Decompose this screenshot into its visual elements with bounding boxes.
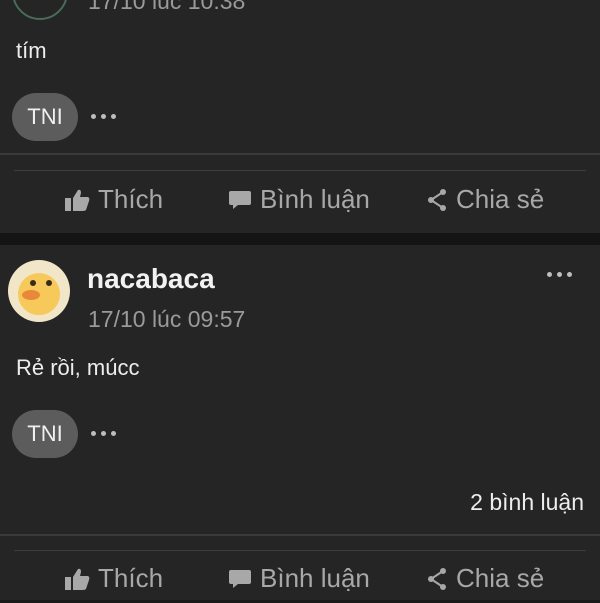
share-button[interactable]: Chia sẻ (426, 563, 544, 594)
divider (14, 550, 586, 551)
tag-pill[interactable]: TNI (12, 93, 78, 141)
more-reactions-icon[interactable] (91, 114, 116, 119)
comment-button[interactable]: Bình luận (228, 184, 370, 215)
post-separator (0, 233, 600, 245)
thumbs-up-icon (65, 568, 90, 590)
post-text: Rẻ rồi, múcc (16, 355, 140, 380)
like-label: Thích (98, 184, 164, 214)
divider (14, 170, 586, 171)
action-bar: Thích Bình luận Chia sẻ (0, 184, 600, 224)
post-timestamp[interactable]: 17/10 lúc 09:57 (88, 306, 245, 333)
username[interactable]: nacabaca (87, 263, 215, 295)
speech-bubble-icon (229, 190, 251, 209)
like-button[interactable]: Thích (64, 563, 163, 594)
comment-label: Bình luận (260, 184, 370, 214)
more-reactions-icon[interactable] (91, 431, 116, 436)
speech-bubble-icon (229, 569, 251, 588)
post-card: 17/10 lúc 10:38 tím TNI Thích Bình luận (0, 0, 600, 233)
tag-pill[interactable]: TNI (12, 410, 78, 458)
post-text: tím (16, 38, 47, 63)
post-card: nacabaca 17/10 lúc 09:57 Rẻ rồi, múcc TN… (0, 245, 600, 600)
thumbs-up-icon (65, 189, 90, 211)
comment-label: Bình luận (260, 563, 370, 593)
like-label: Thích (98, 563, 164, 593)
comment-count[interactable]: 2 bình luận (470, 489, 584, 516)
share-button[interactable]: Chia sẻ (426, 184, 544, 215)
divider (0, 534, 600, 536)
share-icon (428, 567, 446, 590)
comment-button[interactable]: Bình luận (228, 563, 370, 594)
post-timestamp[interactable]: 17/10 lúc 10:38 (88, 0, 245, 15)
avatar[interactable] (8, 260, 70, 322)
like-button[interactable]: Thích (64, 184, 163, 215)
share-label: Chia sẻ (456, 184, 545, 214)
action-bar: Thích Bình luận Chia sẻ (0, 563, 600, 603)
more-options-icon[interactable] (547, 272, 572, 277)
share-label: Chia sẻ (456, 563, 545, 593)
avatar[interactable] (12, 0, 68, 20)
share-icon (428, 188, 446, 211)
divider (0, 153, 600, 155)
